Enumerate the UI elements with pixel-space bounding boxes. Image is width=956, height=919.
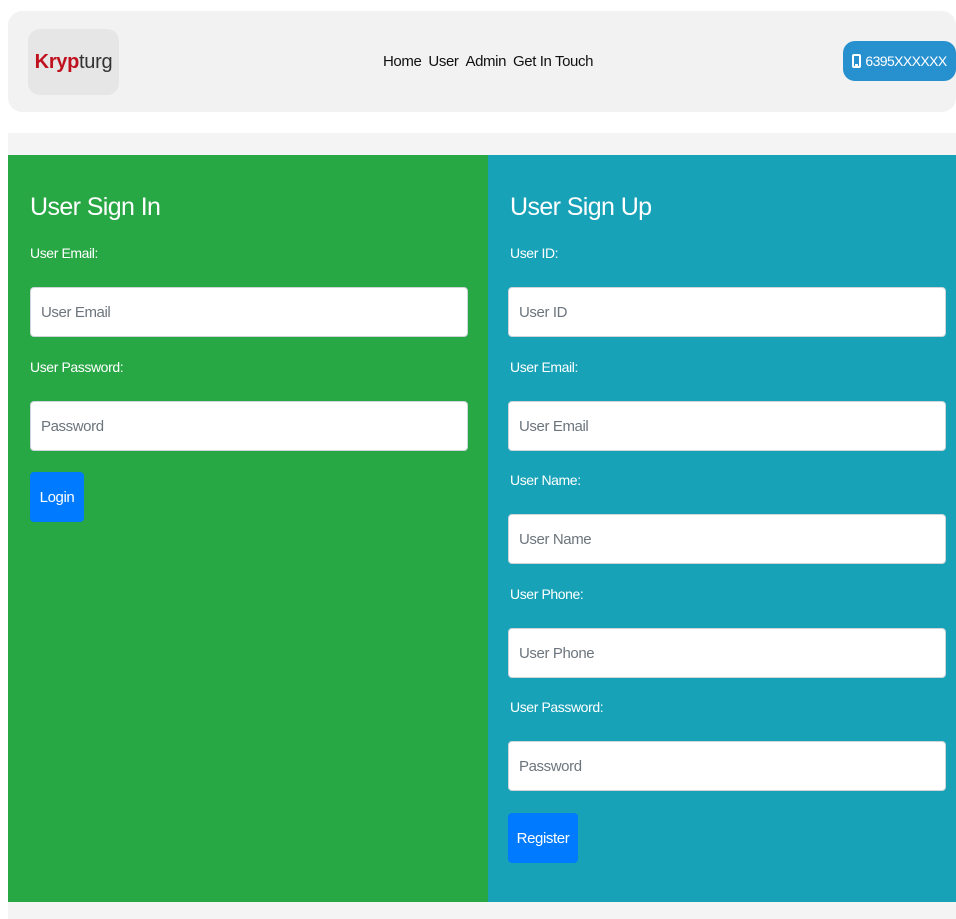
header-spacer	[8, 133, 956, 155]
footer-spacer	[8, 902, 956, 919]
signup-email-input[interactable]	[508, 401, 946, 451]
phone-number: 6395XXXXXX	[865, 53, 947, 69]
nav-link-get-in-touch[interactable]: Get In Touch	[513, 53, 593, 70]
signup-phone-label: User Phone:	[510, 586, 584, 602]
signup-name-input[interactable]	[508, 514, 946, 564]
signup-id-input[interactable]	[508, 287, 946, 337]
signup-name-label: User Name:	[510, 472, 581, 488]
brand-name-rest: turg	[79, 50, 113, 73]
signup-title: User Sign Up	[510, 193, 652, 221]
signin-email-input[interactable]	[30, 287, 468, 337]
nav-link-home[interactable]: Home	[383, 53, 422, 70]
nav-link-user[interactable]: User	[428, 53, 458, 70]
signup-id-label: User ID:	[510, 245, 559, 261]
signin-panel: User Sign In User Email: User Password: …	[8, 155, 488, 902]
signin-email-label: User Email:	[30, 245, 98, 261]
signin-password-label: User Password:	[30, 359, 124, 375]
brand-name-highlight: Kryp	[34, 50, 80, 73]
phone-contact-button[interactable]: 6395XXXXXX	[843, 41, 956, 81]
login-button[interactable]: Login	[30, 472, 84, 522]
nav-link-admin[interactable]: Admin	[466, 53, 507, 70]
brand-logo[interactable]: Kryp turg	[28, 29, 119, 95]
mobile-phone-icon	[852, 54, 862, 68]
signin-password-input[interactable]	[30, 401, 468, 451]
signup-email-label: User Email:	[510, 359, 578, 375]
signup-password-label: User Password:	[510, 699, 604, 715]
signup-phone-input[interactable]	[508, 628, 946, 678]
navbar: Kryp turg Home User Admin Get In Touch 63…	[8, 11, 956, 112]
signin-title: User Sign In	[30, 193, 161, 221]
register-button[interactable]: Register	[508, 813, 578, 863]
signup-panel: User Sign Up User ID: User Email: User N…	[488, 155, 956, 902]
signup-password-input[interactable]	[508, 741, 946, 791]
nav-links: Home User Admin Get In Touch	[383, 53, 593, 70]
